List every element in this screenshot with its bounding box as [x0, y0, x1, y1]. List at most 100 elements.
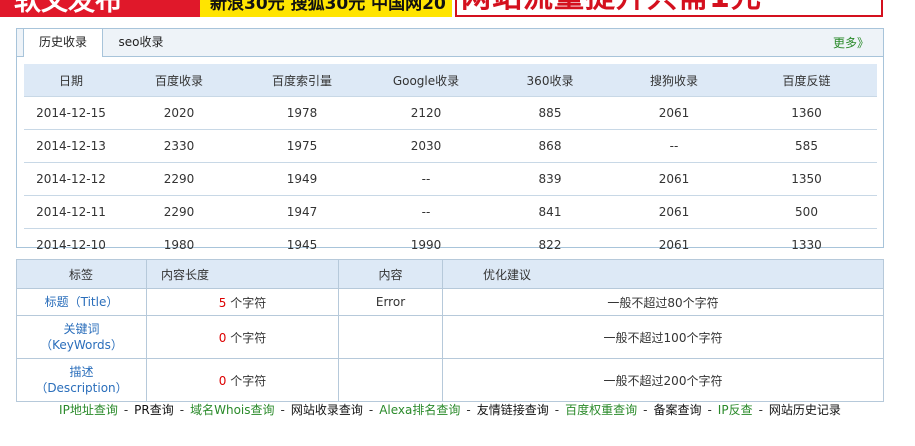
tab-history[interactable]: 历史收录 — [23, 29, 103, 57]
cell-value: 1978 — [240, 96, 364, 130]
table-row: 2014-12-10 1980 1945 1990 822 2061 1330 — [24, 229, 877, 262]
cell-value: -- — [364, 162, 488, 196]
separator: - — [123, 403, 129, 417]
tag-label-en: （KeyWords） — [40, 338, 123, 352]
cell-date: 2014-12-11 — [24, 195, 118, 229]
col-baidu-index-volume: 百度索引量 — [240, 64, 364, 97]
cell-value: 2061 — [612, 96, 736, 130]
col-360-index: 360收录 — [488, 64, 612, 97]
cell-value: 2030 — [364, 129, 488, 163]
cell-value: 2061 — [612, 195, 736, 229]
tab-bar: 历史收录 seo收录 更多》 — [17, 29, 883, 57]
ad-banner-left-title: 软文发布 — [0, 0, 200, 17]
history-table: 日期 百度收录 百度索引量 Google收录 360收录 搜狗收录 百度反链 2… — [24, 64, 877, 261]
cell-value: 1949 — [240, 162, 364, 196]
content-cell: Error — [338, 288, 443, 316]
cell-value: 1990 — [410, 238, 442, 252]
tag-keywords: 关键词 （KeyWords） — [16, 315, 147, 359]
advice-cell: 一般不超过80个字符 — [442, 288, 884, 316]
char-count: 0 — [218, 330, 227, 345]
col-tag: 标签 — [16, 259, 147, 289]
seo-meta-table: 标签 内容长度 内容 优化建议 标题（Title） 5 个字符 Error 一般… — [16, 259, 884, 402]
link-ip-lookup[interactable]: IP地址查询 — [59, 403, 118, 417]
cell-value: 868 — [488, 129, 612, 163]
separator: - — [368, 403, 374, 417]
cell-value: 2061 — [612, 162, 736, 196]
cell-date: 2014-12-10 — [36, 238, 106, 252]
cell-date: 2014-12-12 — [24, 162, 118, 196]
tag-title: 标题（Title） — [16, 288, 147, 316]
link-pr-lookup[interactable]: PR查询 — [134, 403, 174, 417]
cell-value: 1330 — [791, 238, 822, 252]
col-baidu-backlinks: 百度反链 — [736, 64, 877, 97]
col-date: 日期 — [24, 64, 118, 97]
separator: - — [707, 403, 712, 417]
ad-banner-left[interactable]: 软文发布 新浪30元 搜狐30元 中国网20 — [0, 0, 452, 17]
table-row: 2014-12-13 2330 1975 2030 868 -- 585 — [24, 129, 877, 163]
ad-banner-right-text: 网站流量提升只需1元 — [461, 0, 762, 15]
char-unit: 个字符 — [230, 373, 267, 388]
separator: - — [643, 403, 648, 417]
cell-value: 1975 — [240, 129, 364, 163]
char-unit: 个字符 — [230, 330, 267, 345]
col-baidu-index: 百度收录 — [118, 64, 240, 97]
cell-date: 2014-12-13 — [24, 129, 118, 163]
table-row: 2014-12-11 2290 1947 -- 841 2061 500 — [24, 195, 877, 229]
link-whois-lookup[interactable]: 域名Whois查询 — [190, 403, 274, 417]
link-index-lookup[interactable]: 网站收录查询 — [291, 403, 363, 417]
cell-value: 841 — [488, 195, 612, 229]
cell-value: 500 — [736, 195, 877, 229]
cell-value: 822 — [538, 238, 562, 252]
table-row: 标题（Title） 5 个字符 Error 一般不超过80个字符 — [16, 288, 884, 316]
cell-value: 2330 — [118, 129, 240, 163]
length-cell: 5 个字符 — [146, 288, 339, 316]
advice-cell: 一般不超过200个字符 — [442, 358, 884, 402]
more-link[interactable]: 更多》 — [833, 34, 869, 51]
table-row: 描述 （Description） 0 个字符 一般不超过200个字符 — [16, 358, 884, 402]
cell-value: 1947 — [240, 195, 364, 229]
cell-value: 2290 — [118, 162, 240, 196]
link-baidu-weight[interactable]: 百度权重查询 — [565, 403, 637, 417]
seo-header-row: 标签 内容长度 内容 优化建议 — [16, 259, 884, 289]
tag-description: 描述 （Description） — [16, 358, 147, 402]
length-cell: 0 个字符 — [146, 315, 339, 359]
separator: - — [554, 403, 560, 417]
separator: - — [758, 403, 763, 417]
cell-value: 2020 — [118, 96, 240, 130]
ad-banner-right[interactable]: 网站流量提升只需1元 — [455, 0, 883, 17]
link-ip-reverse[interactable]: IP反查 — [718, 403, 753, 417]
advice-cell: 一般不超过100个字符 — [442, 315, 884, 359]
tag-label: 标题（Title） — [44, 295, 119, 309]
char-count: 0 — [218, 373, 227, 388]
col-advice: 优化建议 — [442, 259, 884, 289]
link-alexa-rank[interactable]: Alexa排名查询 — [379, 403, 460, 417]
cell-value: 1350 — [736, 162, 877, 196]
content-cell — [338, 358, 443, 402]
table-row: 2014-12-15 2020 1978 2120 885 2061 1360 — [24, 96, 877, 130]
tag-label: 关键词 — [63, 322, 100, 336]
col-sogou-index: 搜狗收录 — [612, 64, 736, 97]
link-site-history[interactable]: 网站历史记录 — [769, 403, 841, 417]
cell-value: -- — [364, 195, 488, 229]
cell-value: 585 — [736, 129, 877, 163]
char-count: 5 — [218, 295, 227, 310]
cell-value: 2290 — [118, 195, 240, 229]
tool-links: IP地址查询 - PR查询 - 域名Whois查询 - 网站收录查询 - Alexa排名查询 - 友… — [16, 402, 884, 418]
cell-date: 2014-12-15 — [24, 96, 118, 130]
cell-value: 1360 — [736, 96, 877, 130]
link-icp-lookup[interactable]: 备案查询 — [653, 403, 701, 417]
tag-label-en: （Description） — [35, 381, 128, 395]
char-unit: 个字符 — [230, 295, 267, 310]
length-cell: 0 个字符 — [146, 358, 339, 402]
cell-value: 885 — [488, 96, 612, 130]
separator: - — [466, 403, 471, 417]
tab-seo[interactable]: seo收录 — [111, 29, 171, 57]
table-row: 关键词 （KeyWords） 0 个字符 一般不超过100个字符 — [16, 315, 884, 359]
cell-value: 2061 — [658, 238, 690, 252]
table-row: 2014-12-12 2290 1949 -- 839 2061 1350 — [24, 162, 877, 196]
history-header-row: 日期 百度收录 百度索引量 Google收录 360收录 搜狗收录 百度反链 — [24, 64, 877, 97]
ad-banner-slant — [184, 0, 200, 17]
link-friend-links[interactable]: 友情链接查询 — [477, 403, 549, 417]
separator: - — [179, 403, 185, 417]
cell-value: 839 — [488, 162, 612, 196]
